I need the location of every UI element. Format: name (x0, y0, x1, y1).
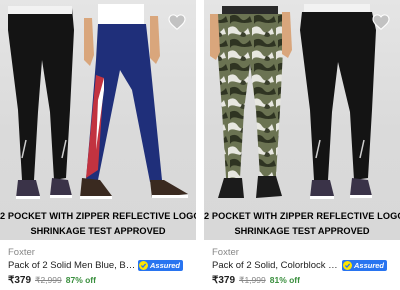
feature-banner-line1: 2 POCKET WITH ZIPPER REFLECTIVE LOGO (204, 211, 400, 221)
heart-icon (168, 14, 186, 30)
discount-label: 81% off (269, 275, 300, 285)
feature-banner-line1: 2 POCKET WITH ZIPPER REFLECTIVE LOGO (0, 211, 196, 221)
discount-label: 87% off (65, 275, 96, 285)
original-price: ₹2,999 (35, 275, 62, 285)
assured-badge: Assured (342, 260, 388, 271)
feature-banner-line2: SHRINKAGE TEST APPROVED (30, 226, 166, 236)
feature-banner-line2: SHRINKAGE TEST APPROVED (234, 226, 370, 236)
check-icon (343, 261, 352, 270)
wishlist-button[interactable] (371, 12, 391, 32)
product-brand: Foxter (212, 247, 239, 258)
product-title[interactable]: Pack of 2 Solid Men Blue, Black Track Pa… (8, 260, 136, 271)
product-title[interactable]: Pack of 2 Solid, Colorblock Men Black Tr… (212, 260, 340, 271)
product-image[interactable]: 2 POCKET WITH ZIPPER REFLECTIVE LOGO SHR… (204, 0, 400, 240)
product-card[interactable]: 2 POCKET WITH ZIPPER REFLECTIVE LOGO SHR… (0, 0, 196, 290)
product-title-row[interactable]: Pack of 2 Solid, Colorblock Men Black Tr… (212, 259, 400, 272)
price-row: ₹379 ₹2,999 87% off (8, 275, 96, 286)
assured-badge: Assured (138, 260, 184, 271)
product-title-row[interactable]: Pack of 2 Solid Men Blue, Black Track Pa… (8, 259, 196, 272)
original-price: ₹1,999 (239, 275, 266, 285)
assured-label: Assured (354, 261, 385, 270)
assured-label: Assured (150, 261, 181, 270)
check-icon (139, 261, 148, 270)
heart-icon (372, 14, 390, 30)
selling-price: ₹379 (8, 275, 32, 286)
product-brand: Foxter (8, 247, 35, 258)
wishlist-button[interactable] (167, 12, 187, 32)
price-row: ₹379 ₹1,999 81% off (212, 275, 300, 286)
product-image[interactable]: 2 POCKET WITH ZIPPER REFLECTIVE LOGO SHR… (0, 0, 196, 240)
product-card[interactable]: 2 POCKET WITH ZIPPER REFLECTIVE LOGO SHR… (204, 0, 400, 290)
selling-price: ₹379 (212, 275, 236, 286)
